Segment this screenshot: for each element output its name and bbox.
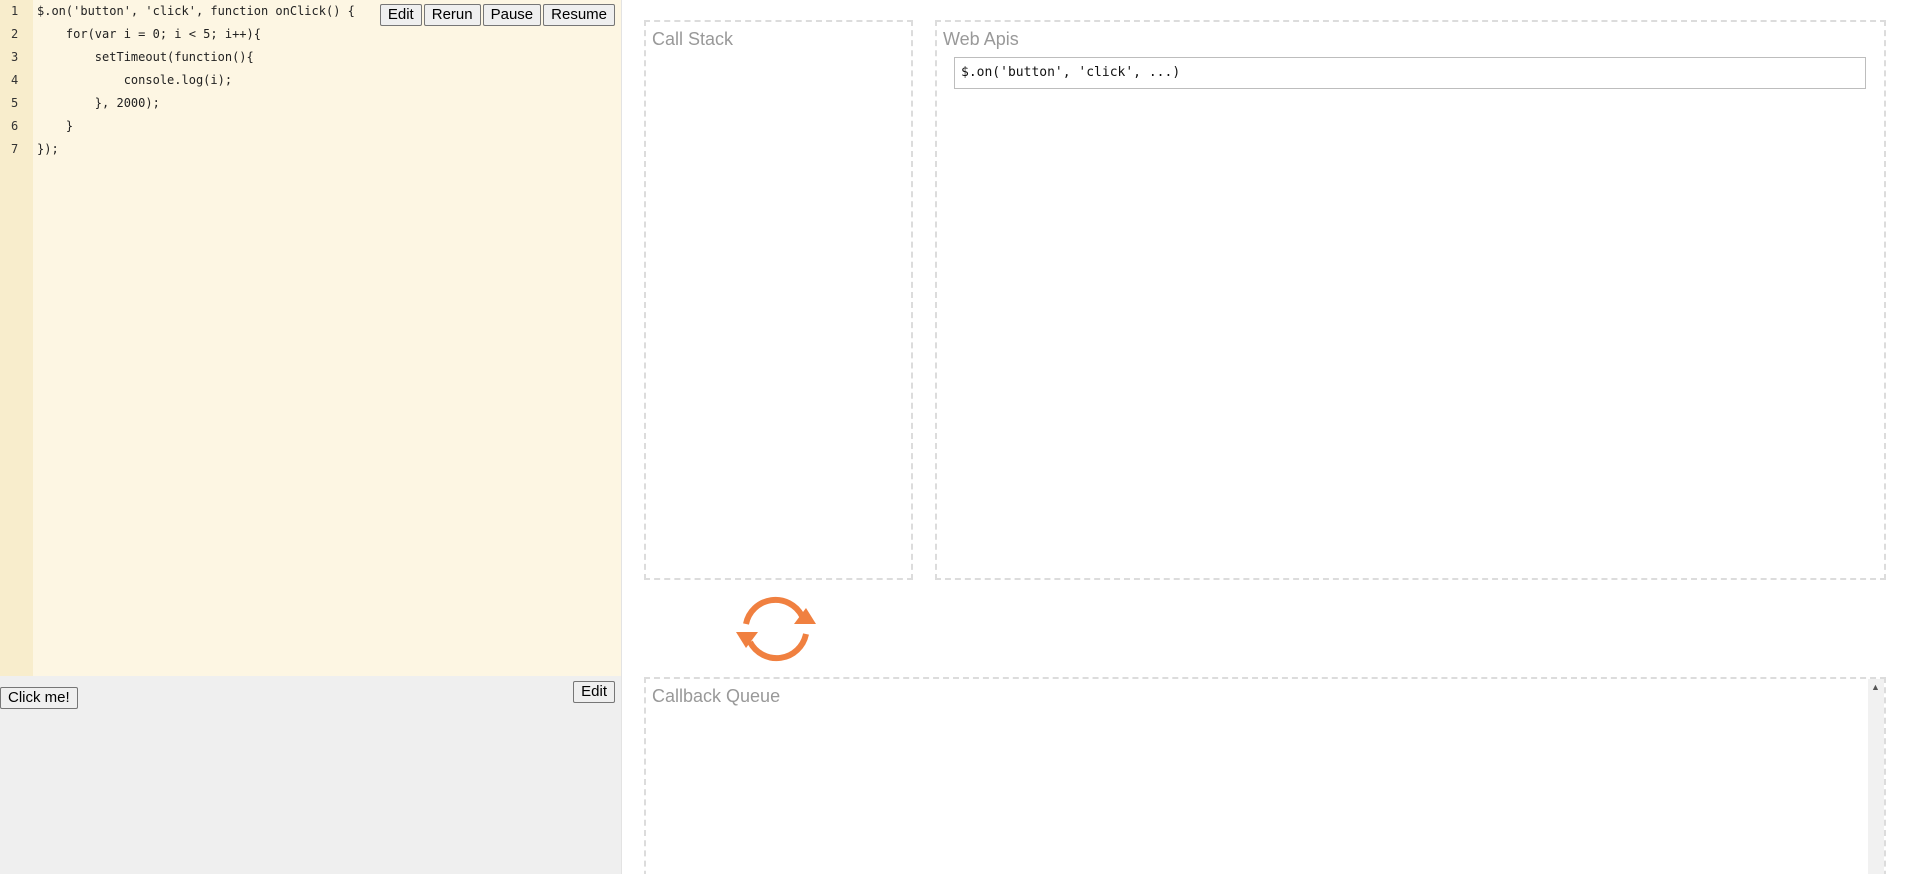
- line-number: 1: [11, 4, 19, 18]
- call-stack-panel: Call Stack: [644, 20, 913, 580]
- preview-edit-button[interactable]: Edit: [573, 681, 615, 703]
- resume-button[interactable]: Resume: [543, 4, 615, 26]
- line-text: $.on('button', 'click', function onClick…: [37, 4, 355, 18]
- line-text: }: [37, 119, 74, 133]
- line-number: 4: [11, 73, 19, 87]
- callback-queue-title: Callback Queue: [652, 686, 781, 706]
- code-editor[interactable]: 1 $.on('button', 'click', function onClic…: [0, 0, 621, 676]
- line-number: 2: [11, 27, 19, 41]
- web-apis-title: Web Apis: [943, 29, 1019, 49]
- refresh-icon: [734, 594, 818, 664]
- scroll-up-icon[interactable]: ▲: [1871, 682, 1880, 692]
- line-text: for(var i = 0; i < 5; i++){: [37, 27, 261, 41]
- web-api-item: $.on('button', 'click', ...): [954, 57, 1866, 89]
- rerun-button[interactable]: Rerun: [423, 4, 481, 26]
- html-preview: Click me! Edit: [0, 676, 621, 874]
- call-stack-title: Call Stack: [652, 29, 734, 49]
- line-number: 5: [11, 96, 19, 110]
- line-number: 7: [11, 142, 19, 156]
- edit-button[interactable]: Edit: [379, 4, 422, 26]
- line-number: 6: [11, 119, 19, 133]
- callback-queue-scrollbar[interactable]: ▲ ▼: [1868, 679, 1884, 874]
- line-text: }, 2000);: [37, 96, 160, 110]
- web-apis-panel: Web Apis $.on('button', 'click', ...): [935, 20, 1886, 580]
- line-number: 3: [11, 50, 19, 64]
- line-text: setTimeout(function(){: [37, 50, 254, 64]
- pause-button[interactable]: Pause: [482, 4, 542, 26]
- left-column: 1 $.on('button', 'click', function onClic…: [0, 0, 622, 874]
- app-root: 1 $.on('button', 'click', function onClic…: [0, 0, 1914, 874]
- callback-queue-panel: Callback Queue ▲ ▼: [644, 677, 1886, 874]
- editor-toolbar: Edit Rerun Pause Resume: [379, 4, 615, 26]
- click-me-button[interactable]: Click me!: [0, 687, 78, 709]
- line-text: console.log(i);: [37, 73, 233, 87]
- line-text: });: [37, 142, 59, 156]
